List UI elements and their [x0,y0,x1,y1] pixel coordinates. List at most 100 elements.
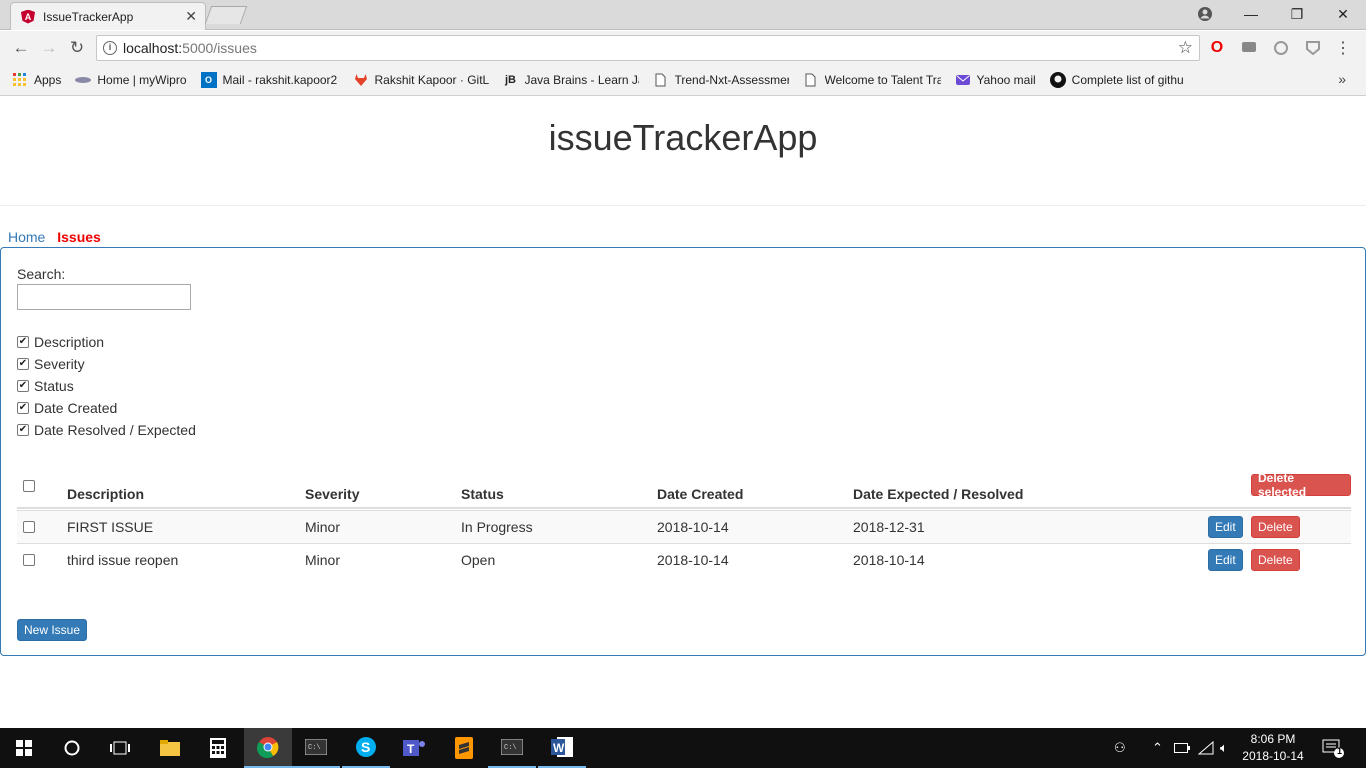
delete-button[interactable]: Delete [1251,516,1300,538]
header-description[interactable]: Description [67,486,144,502]
toggle-date-resolved[interactable]: ✔ Date Resolved / Expected [17,422,196,438]
url-text[interactable]: localhost:5000/issues [123,40,257,56]
battery-icon[interactable] [1174,728,1190,768]
chrome-icon[interactable] [244,728,292,768]
shield-icon[interactable] [1304,39,1322,57]
header-severity[interactable]: Severity [305,486,359,502]
outlook-icon: O [200,72,217,88]
extension-circle-icon[interactable] [1272,39,1290,57]
cell-date-expected: 2018-10-14 [853,552,925,568]
cell-status: Open [461,552,496,568]
header-date-created[interactable]: Date Created [657,486,743,502]
new-tab-button[interactable] [204,6,248,24]
system-clock[interactable]: 8:06 PM 2018-10-14 [1238,731,1308,765]
edit-button[interactable]: Edit [1208,516,1243,538]
bookmark-github[interactable]: Complete list of githu [1049,72,1186,88]
extension-icon[interactable] [1240,39,1258,57]
edit-button[interactable]: Edit [1208,549,1243,571]
close-tab-icon[interactable]: ✕ [185,8,197,25]
bookmark-apps[interactable]: Apps [12,72,61,88]
toggle-status[interactable]: ✔ Status [17,378,74,394]
word-icon[interactable]: W [538,728,586,768]
show-hidden-icons-icon[interactable]: ⌃ [1152,728,1163,768]
skype-icon[interactable]: S [342,728,390,768]
table-row: third issue reopen Minor Open 2018-10-14… [17,543,1351,576]
search-input[interactable] [17,284,191,310]
back-icon[interactable]: ← [10,37,32,59]
svg-text:C:\: C:\ [308,744,321,752]
angular-icon: A [21,9,35,24]
task-view-icon[interactable] [96,728,144,768]
toggle-severity[interactable]: ✔ Severity [17,356,85,372]
cell-description: FIRST ISSUE [67,519,154,535]
delete-selected-button[interactable]: Delete selected [1251,471,1351,499]
opera-icon[interactable]: O [1208,39,1226,57]
browser-tab[interactable]: A IssueTrackerApp ✕ [10,2,206,30]
cell-date-expected: 2018-12-31 [853,519,925,535]
nav-home-link[interactable]: Home [8,229,45,245]
reload-icon[interactable]: ↻ [66,37,88,59]
issues-panel: Search: ✔ Description ✔ Severity ✔ Statu… [0,247,1366,656]
tab-title: IssueTrackerApp [43,9,134,24]
windows-taskbar: C:\ S T C:\ W ⚇ ⌃ 🔈︎ 8:06 PM 2018-10-14 … [0,728,1366,768]
header-date-expected[interactable]: Date Expected / Resolved [853,486,1023,502]
people-icon[interactable]: ⚇ [1114,728,1126,768]
wifi-icon[interactable] [1198,728,1214,768]
restore-icon[interactable]: ❐ [1274,0,1320,28]
calculator-icon[interactable] [194,728,242,768]
delete-button[interactable]: Delete [1251,549,1300,571]
select-all-checkbox[interactable] [23,480,35,492]
menu-icon[interactable]: ⋮ [1334,39,1352,57]
file-explorer-icon[interactable] [146,728,194,768]
volume-icon[interactable]: 🔈︎ [1220,728,1228,768]
terminal-icon[interactable]: C:\ [488,728,536,768]
clock-date: 2018-10-14 [1242,749,1304,763]
terminal-icon[interactable]: C:\ [292,728,340,768]
forward-icon[interactable]: → [38,37,60,59]
search-label: Search: [17,266,66,282]
notifications-icon[interactable]: 1 [1322,728,1344,768]
bookmark-yahoo[interactable]: Yahoo mail [955,72,1036,88]
search-icon[interactable] [48,728,96,768]
bookmark-mywipro[interactable]: Home | myWipro [75,72,187,88]
page-title: issueTrackerApp [548,117,818,158]
bookmark-gitlab[interactable]: Rakshit Kapoor · GitLa [353,72,489,88]
header-status[interactable]: Status [461,486,504,502]
bookmark-javabrains[interactable]: jB Java Brains - Learn Ja [503,72,639,88]
checkbox-description[interactable]: ✔ [17,336,29,348]
bookmarks-bar: Apps Home | myWipro O Mail - rakshit.kap… [0,65,1366,96]
row-checkbox[interactable] [23,554,35,566]
row-checkbox[interactable] [23,521,35,533]
windows-start-icon[interactable] [0,728,48,768]
browser-toolbar: ← → ↻ i localhost:5000/issues ☆ O ⋮ [0,31,1366,65]
more-bookmarks-icon[interactable]: » [1338,71,1346,87]
bookmark-mail[interactable]: O Mail - rakshit.kapoor2 [200,72,339,88]
toggle-description[interactable]: ✔ Description [17,334,104,350]
github-icon [1049,72,1066,88]
window-close-icon[interactable]: ✕ [1320,0,1366,28]
address-bar[interactable]: i localhost:5000/issues ☆ [96,35,1200,61]
bookmark-trend[interactable]: Trend-Nxt-Assessmer [653,72,789,88]
cell-date-created: 2018-10-14 [657,519,729,535]
toggle-date-created[interactable]: ✔ Date Created [17,400,117,416]
bookmark-star-icon[interactable]: ☆ [1178,38,1193,58]
page-content: issueTrackerApp Home Issues Search: ✔ De… [0,97,1366,728]
page-icon [803,72,819,88]
svg-text:W: W [553,741,565,755]
minimize-icon[interactable]: — [1228,0,1274,28]
checkbox-status[interactable]: ✔ [17,380,29,392]
checkbox-date-resolved[interactable]: ✔ [17,424,29,436]
svg-text:C:\: C:\ [504,744,517,752]
sublime-text-icon[interactable] [440,728,488,768]
info-icon[interactable]: i [103,41,117,55]
gitlab-icon [353,72,369,88]
bookmark-talent[interactable]: Welcome to Talent Tra [803,72,941,88]
profile-icon[interactable] [1182,0,1228,28]
new-issue-button[interactable]: New Issue [17,619,88,641]
nav-issues-link[interactable]: Issues [57,229,101,245]
teams-icon[interactable]: T [390,728,438,768]
cell-description: third issue reopen [67,552,179,568]
checkbox-severity[interactable]: ✔ [17,358,29,370]
checkbox-date-created[interactable]: ✔ [17,402,29,414]
table-header-row: Description Severity Status Date Created… [17,471,1351,509]
